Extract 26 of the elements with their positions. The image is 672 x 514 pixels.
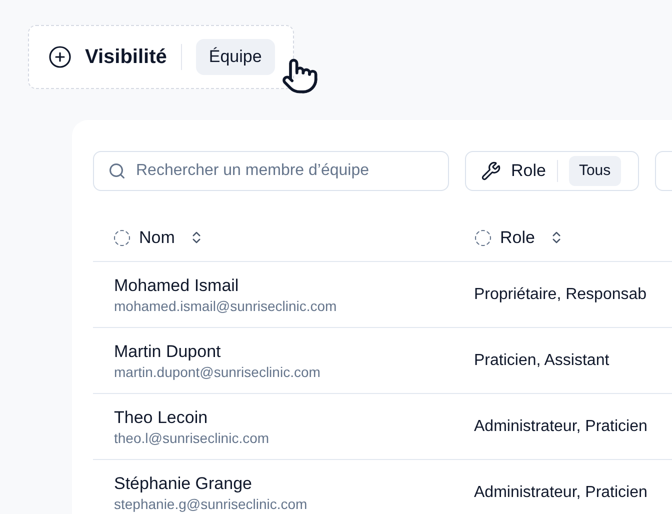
member-name: Theo Lecoin [114,406,209,428]
dashed-circle-icon [474,228,492,246]
add-icon [48,45,72,69]
member-email: martin.dupont@sunriseclinic.com [114,362,322,380]
visibility-filter-chip[interactable]: Visibilité Équipe [28,25,294,89]
visibility-value-tag: Équipe [196,39,275,75]
member-name: Stéphanie Grange [114,472,253,494]
dashed-circle-icon [113,228,131,246]
search-field[interactable]: Rechercher un membre d’équipe [93,151,449,191]
column-header[interactable]: Role [454,224,564,250]
column-header[interactable]: Nom [93,224,204,250]
member-email: mohamed.ismail@sunriseclinic.com [114,296,338,314]
member-role: Praticien, Assistant [473,350,610,370]
member-name: Martin Dupont [114,340,222,362]
member-role: Propriétaire, Responsab [473,284,647,304]
member-role: Administrateur, Praticien [473,482,648,502]
wrench-icon [481,161,501,181]
search-icon [108,162,126,180]
visibility-label: Visibilité [85,45,167,70]
member-email: stephanie.g@sunriseclinic.com [114,494,308,512]
member-name: Mohamed Ismail [114,274,240,296]
hand-cursor-icon [281,57,319,95]
member-role: Administrateur, Praticien [473,416,648,436]
role-filter-value-tag: Tous [568,156,621,186]
member-email: theo.l@sunriseclinic.com [114,428,270,446]
role-filter-button[interactable]: Role Tous [465,151,639,191]
